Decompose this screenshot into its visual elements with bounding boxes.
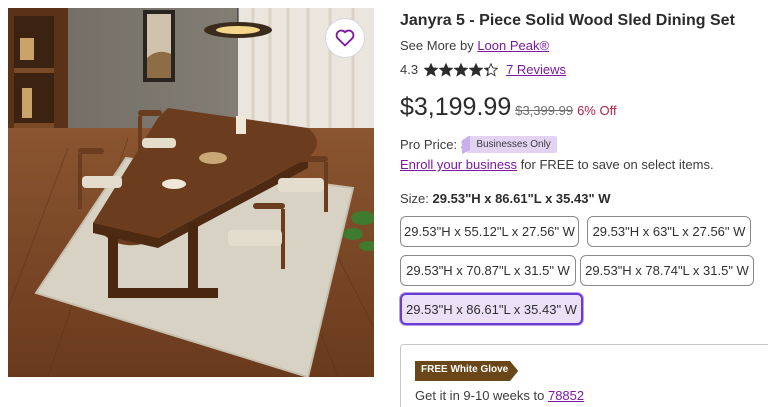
favorite-button[interactable] — [325, 18, 365, 58]
price-row: $3,199.99 $3,399.99 6% Off — [400, 93, 617, 122]
delivery-text: Get it in 9-10 weeks to — [415, 388, 545, 403]
enroll-line: Enroll your business for FREE to save on… — [400, 157, 714, 172]
delivery-estimate: Get it in 9-10 weeks to 78852 — [415, 388, 584, 403]
selected-size: 29.53"H x 86.61"L x 35.43" W — [432, 191, 611, 206]
businesses-only-text: Businesses Only — [476, 139, 551, 150]
brand-link[interactable]: Loon Peak® — [477, 38, 549, 53]
enroll-text: for FREE to save on select items. — [517, 157, 714, 172]
heart-icon — [335, 29, 355, 47]
pro-price-label: Pro Price: — [400, 137, 458, 152]
size-option-78[interactable]: 29.53"H x 78.74"L x 31.5" W — [580, 255, 754, 286]
current-price: $3,199.99 — [400, 93, 512, 121]
size-label: Size: — [400, 191, 429, 206]
rating-stars — [424, 62, 499, 77]
see-more-line: See More by Loon Peak® — [400, 38, 549, 53]
dining-room-photo — [8, 8, 374, 377]
star-icon — [439, 62, 454, 77]
size-option-55[interactable]: 29.53"H x 55.12"L x 27.56" W — [400, 216, 579, 247]
zip-code-link[interactable]: 78852 — [548, 388, 584, 403]
product-title: Janyra 5 - Piece Solid Wood Sled Dining … — [400, 12, 735, 29]
size-option-70[interactable]: 29.53"H x 70.87"L x 31.5" W — [400, 255, 576, 286]
was-price: $3,399.99 — [515, 103, 574, 118]
star-icon — [469, 62, 484, 77]
size-option-86-selected[interactable]: 29.53"H x 86.61"L x 35.43" W — [400, 293, 583, 325]
discount-label: 6% Off — [577, 103, 617, 118]
rating-row: 4.3 7 Reviews — [400, 62, 566, 77]
size-option-63[interactable]: 29.53"H x 63"L x 27.56" W — [587, 216, 751, 247]
size-label-row: Size: 29.53"H x 86.61"L x 35.43" W — [400, 191, 611, 206]
product-image[interactable] — [8, 8, 374, 377]
star-icon — [484, 62, 499, 77]
enroll-business-link[interactable]: Enroll your business — [400, 157, 517, 172]
star-icon — [424, 62, 439, 77]
businesses-only-badge: Businesses Only — [462, 135, 557, 155]
star-icon — [454, 62, 469, 77]
see-more-prefix: See More by — [400, 38, 474, 53]
white-glove-badge: FREE White Glove — [415, 361, 519, 381]
pro-price-row: Pro Price: $ Businesses Only — [400, 135, 557, 155]
rating-score: 4.3 — [400, 62, 419, 77]
reviews-link[interactable]: 7 Reviews — [506, 62, 566, 77]
shipping-box: FREE White Glove Get it in 9-10 weeks to… — [400, 344, 768, 407]
